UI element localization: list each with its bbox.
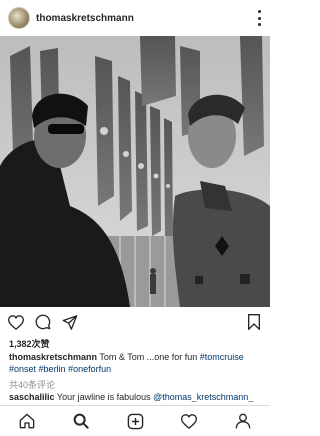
home-icon[interactable] (17, 411, 37, 431)
heart-icon[interactable] (6, 312, 26, 332)
comment-row: saschalilic Your jawline is fabulous @th… (9, 392, 269, 402)
search-icon[interactable] (71, 411, 91, 431)
post-actions (0, 310, 270, 334)
comment-text: Your jawline is fabulous (56, 392, 151, 402)
bookmark-icon[interactable] (244, 312, 264, 332)
post-image (0, 36, 270, 307)
bottom-tab-bar (0, 405, 270, 436)
caption-username[interactable]: thomaskretschmann (9, 352, 97, 362)
comment-username[interactable]: saschalilic (9, 392, 55, 402)
avatar[interactable] (8, 7, 30, 29)
likes-count[interactable]: 1,382次赞 (9, 337, 50, 350)
hashtag-link[interactable]: #tomcruise (200, 352, 244, 362)
hashtag-link[interactable]: #oneforfun (68, 364, 111, 374)
activity-heart-icon[interactable] (179, 411, 199, 431)
comment-icon[interactable] (33, 312, 53, 332)
profile-icon[interactable] (233, 411, 253, 431)
hashtag-link[interactable]: #berlin (39, 364, 66, 374)
post-photo[interactable] (0, 36, 270, 307)
view-comments-link[interactable]: 共40条评论 (9, 378, 55, 391)
share-icon[interactable] (60, 312, 80, 332)
more-icon[interactable] (258, 10, 262, 26)
post-header: thomaskretschmann (0, 0, 270, 36)
hashtag-link[interactable]: #onset (9, 364, 36, 374)
caption: thomaskretschmann Tom & Tom ...one for f… (9, 351, 265, 375)
post-username[interactable]: thomaskretschmann (36, 13, 134, 24)
add-post-icon[interactable] (125, 411, 145, 431)
caption-text: Tom & Tom ...one for fun (99, 352, 198, 362)
mention-link[interactable]: @thomas_kretschmann_ (153, 392, 253, 402)
